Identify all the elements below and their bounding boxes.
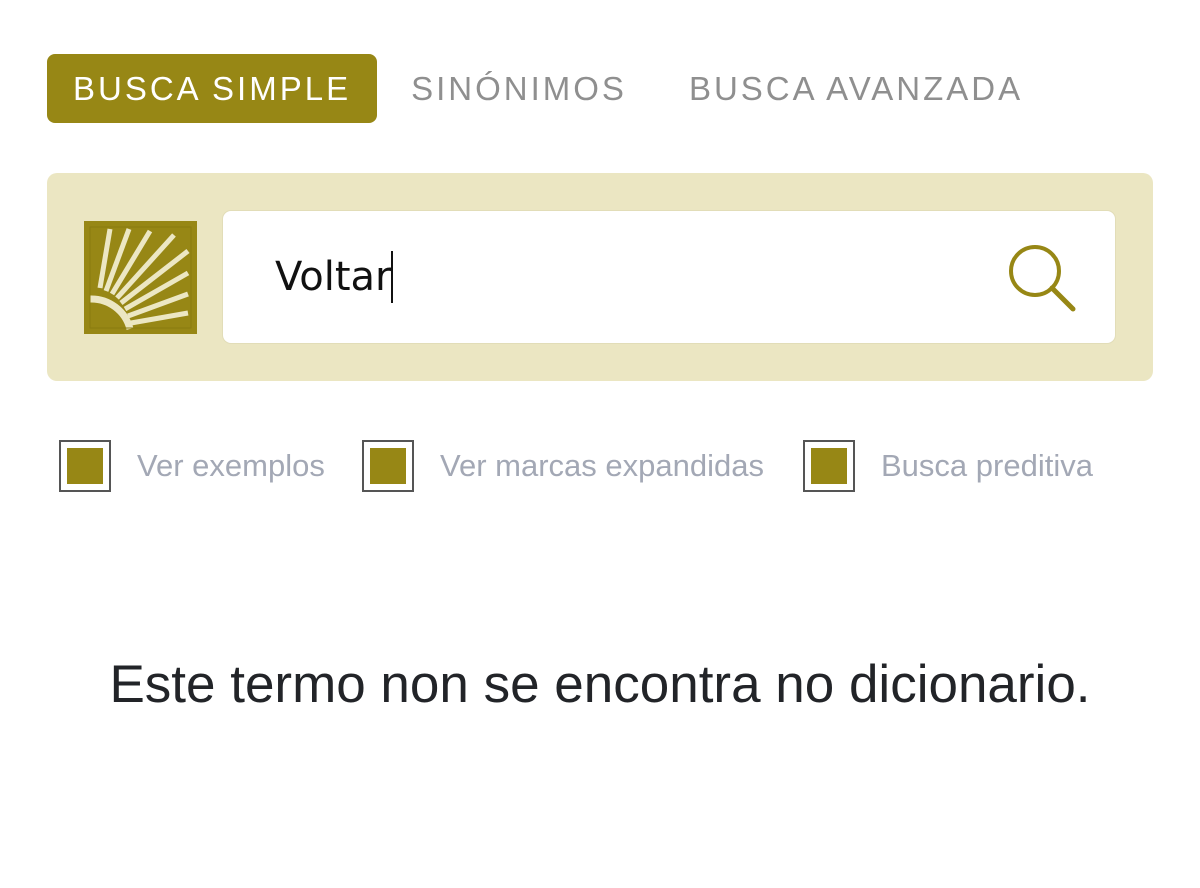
search-box <box>223 211 1115 343</box>
search-input[interactable] <box>275 241 975 313</box>
tab-busca-avanzada[interactable]: BUSCA AVANZADA <box>689 54 1023 123</box>
search-icon[interactable] <box>1001 241 1083 317</box>
checkbox-busca-preditiva[interactable] <box>803 440 855 492</box>
checkbox-ver-marcas-expandidas[interactable] <box>362 440 414 492</box>
text-caret <box>391 251 393 303</box>
sun-rays-logo-icon <box>84 221 197 334</box>
option-label: Ver exemplos <box>137 448 325 483</box>
checkbox-ver-exemplos[interactable] <box>59 440 111 492</box>
option-busca-preditiva[interactable]: Busca preditiva <box>803 438 1093 494</box>
no-result-message: Este termo non se encontra no dicionario… <box>109 655 1091 714</box>
checkbox-checked-mark <box>811 448 847 484</box>
search-panel <box>47 173 1153 381</box>
tab-busca-simple[interactable]: BUSCA SIMPLE <box>47 54 378 123</box>
search-mode-tabs: BUSCA SIMPLE SINÓNIMOS BUSCA AVANZADA <box>47 54 1023 123</box>
checkbox-checked-mark <box>67 448 103 484</box>
tab-sinonimos[interactable]: SINÓNIMOS <box>411 54 627 123</box>
option-label: Ver marcas expandidas <box>440 448 764 483</box>
option-label: Busca preditiva <box>881 448 1093 483</box>
option-ver-exemplos[interactable]: Ver exemplos <box>59 438 325 494</box>
search-options: Ver exemplos Ver marcas expandidas Busca… <box>59 438 1200 494</box>
checkbox-checked-mark <box>370 448 406 484</box>
option-ver-marcas-expandidas[interactable]: Ver marcas expandidas <box>362 438 764 494</box>
